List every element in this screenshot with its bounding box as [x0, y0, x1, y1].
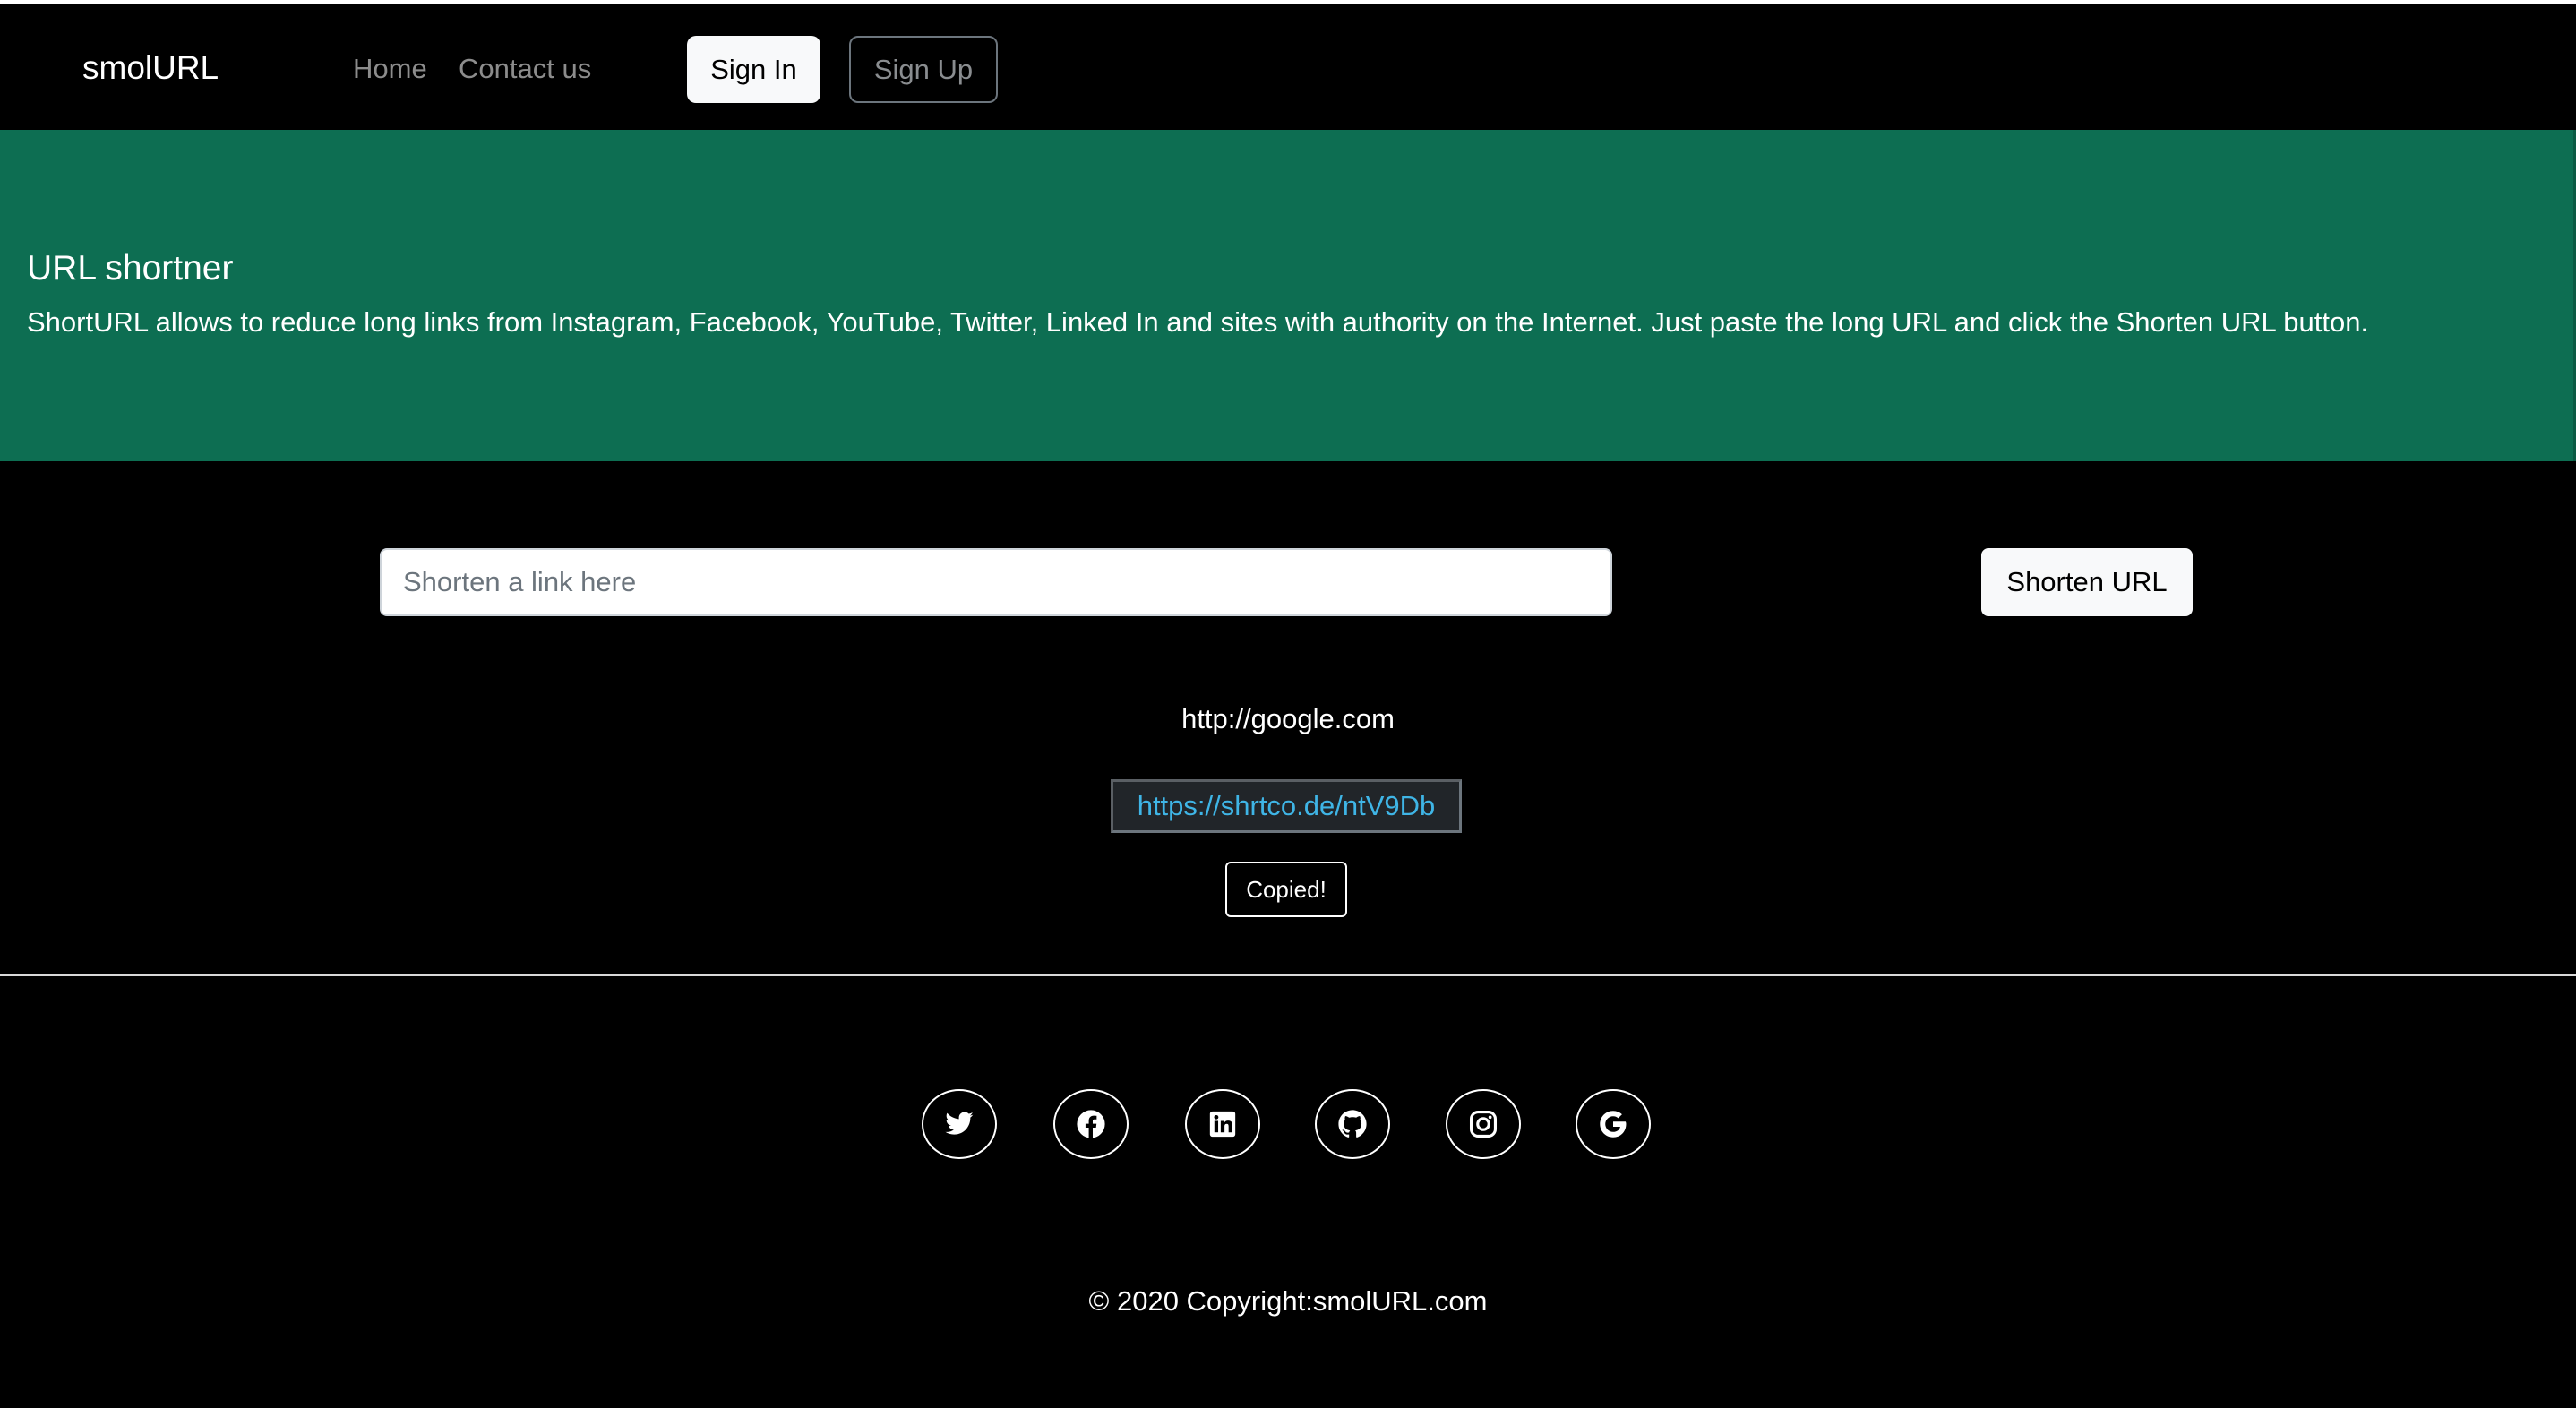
github-icon [1337, 1109, 1368, 1139]
short-url-link[interactable]: https://shrtco.de/ntV9Db [1111, 779, 1462, 833]
footer-divider [0, 974, 2576, 976]
facebook-button[interactable] [1053, 1089, 1129, 1159]
facebook-icon [1076, 1109, 1106, 1139]
instagram-button[interactable] [1446, 1089, 1521, 1159]
nav-link-home[interactable]: Home [353, 53, 427, 85]
brand-logo[interactable]: smolURL [82, 48, 219, 88]
linkedin-button[interactable] [1185, 1089, 1260, 1159]
original-url-text: http://google.com [1181, 703, 1395, 734]
shorten-url-button[interactable]: Shorten URL [1981, 548, 2193, 616]
google-button[interactable] [1576, 1089, 1651, 1159]
hero-banner: URL shortner ShortURL allows to reduce l… [0, 130, 2576, 461]
hero-description: ShortURL allows to reduce long links fro… [27, 306, 2369, 338]
url-input[interactable] [380, 548, 1612, 616]
page: smolURL Home Contact us Sign In Sign Up … [0, 0, 2576, 1408]
copy-button[interactable]: Copied! [1225, 862, 1347, 917]
navbar: smolURL Home Contact us Sign In Sign Up [0, 0, 2576, 128]
github-button[interactable] [1315, 1089, 1390, 1159]
copyright-text: © 2020 Copyright:smolURL.com [1088, 1285, 1488, 1317]
linkedin-icon [1207, 1109, 1238, 1139]
twitter-button[interactable] [922, 1089, 997, 1159]
sign-up-button[interactable]: Sign Up [849, 36, 998, 103]
nav-link-contact[interactable]: Contact us [459, 53, 591, 85]
google-icon [1598, 1109, 1628, 1139]
sign-in-button[interactable]: Sign In [687, 36, 820, 103]
twitter-icon [944, 1109, 975, 1139]
instagram-icon [1468, 1109, 1498, 1139]
hero-title: URL shortner [27, 249, 234, 288]
